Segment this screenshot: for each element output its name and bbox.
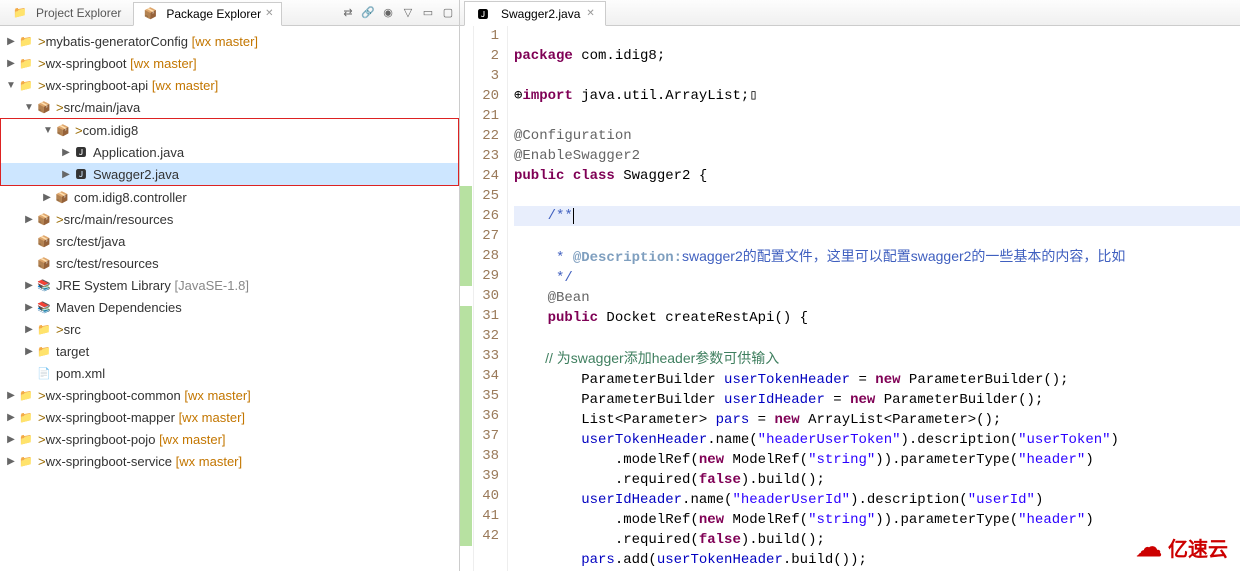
cloud-icon: ☁ <box>1136 532 1162 563</box>
project-icon: 📁 <box>18 55 34 71</box>
java-file-icon: 🅹 <box>73 166 89 182</box>
project-icon: 📁 <box>18 77 34 93</box>
link-editor-icon[interactable]: 🔗 <box>361 6 375 20</box>
marker-bar <box>460 26 474 571</box>
java-file-icon: 🅹 <box>73 144 89 160</box>
maximize-icon[interactable]: ▢ <box>441 6 455 20</box>
package-icon: 📦 <box>54 189 70 205</box>
maven-deps[interactable]: ▶ 📚 Maven Dependencies <box>0 296 459 318</box>
source-folder[interactable]: ▶ 📦 src/test/java <box>0 230 459 252</box>
source-folder[interactable]: ▼ 📦 > src/main/java <box>0 96 459 118</box>
folder-icon: 📁 <box>36 343 52 359</box>
package-tree[interactable]: ▶ 📁 > mybatis-generatorConfig [wx master… <box>0 26 459 476</box>
minimize-icon[interactable]: ▭ <box>421 6 435 20</box>
project-item[interactable]: ▶ 📁 > wx-springboot-service [wx master] <box>0 450 459 472</box>
project-icon: 📁 <box>18 453 34 469</box>
source-folder-icon: 📦 <box>36 255 52 271</box>
project-item[interactable]: ▶ 📁 > wx-springboot [wx master] <box>0 52 459 74</box>
project-icon: 📁 <box>18 409 34 425</box>
code-editor[interactable]: 1232021222324252627282930313233343536373… <box>460 26 1240 571</box>
close-icon[interactable]: ✕ <box>265 8 273 19</box>
package-item[interactable]: ▶ 📦 com.idig8.controller <box>0 186 459 208</box>
project-icon: 📁 <box>18 431 34 447</box>
editor-tabbar: 🅹 Swagger2.java ✕ <box>460 0 1240 26</box>
editor-tab[interactable]: 🅹 Swagger2.java ✕ <box>464 1 606 26</box>
xml-file-icon: 📄 <box>36 365 52 381</box>
tab-package-explorer[interactable]: 📦 Package Explorer ✕ <box>133 2 282 26</box>
jre-library[interactable]: ▶ 📚 JRE System Library [JavaSE-1.8] <box>0 274 459 296</box>
source-folder[interactable]: ▶ 📦 > src/main/resources <box>0 208 459 230</box>
close-icon[interactable]: ✕ <box>586 8 594 19</box>
sidebar-tabbar: 📁 Project Explorer 📦 Package Explorer ✕ … <box>0 0 459 26</box>
tab-project-explorer[interactable]: 📁 Project Explorer <box>4 1 129 25</box>
folder[interactable]: ▶ 📁 target <box>0 340 459 362</box>
collapse-all-icon[interactable]: ⇄ <box>341 6 355 20</box>
project-item[interactable]: ▶ 📁 > wx-springboot-common [wx master] <box>0 384 459 406</box>
editor-tab-label: Swagger2.java <box>501 7 580 21</box>
project-item-expanded[interactable]: ▼ 📁 > wx-springboot-api [wx master] <box>0 74 459 96</box>
package-explorer-panel: 📁 Project Explorer 📦 Package Explorer ✕ … <box>0 0 460 571</box>
package-icon: 📦 <box>55 122 71 138</box>
library-icon: 📚 <box>36 299 52 315</box>
project-item[interactable]: ▶ 📁 > wx-springboot-pojo [wx master] <box>0 428 459 450</box>
focus-icon[interactable]: ◉ <box>381 6 395 20</box>
source-folder-icon: 📦 <box>36 99 52 115</box>
highlighted-region: ▼ 📦 > com.idig8 ▶ 🅹 Application.java ▶ 🅹… <box>0 118 459 186</box>
watermark: ☁ 亿速云 <box>1136 532 1228 563</box>
tab-label: Package Explorer <box>166 7 261 21</box>
project-icon: 📁 <box>18 387 34 403</box>
editor-panel: 🅹 Swagger2.java ✕ 1232021222324252627282… <box>460 0 1240 571</box>
source-folder-icon: 📦 <box>36 233 52 249</box>
source-folder[interactable]: ▶ 📦 src/test/resources <box>0 252 459 274</box>
tab-label: Project Explorer <box>36 6 121 20</box>
pom-file[interactable]: ▶ 📄 pom.xml <box>0 362 459 384</box>
project-icon: 📁 <box>18 33 34 49</box>
folder[interactable]: ▶ 📁 > src <box>0 318 459 340</box>
source-folder-icon: 📦 <box>36 211 52 227</box>
package-item[interactable]: ▼ 📦 > com.idig8 <box>1 119 458 141</box>
java-file-selected[interactable]: ▶ 🅹 Swagger2.java <box>1 163 458 185</box>
project-item[interactable]: ▶ 📁 > wx-springboot-mapper [wx master] <box>0 406 459 428</box>
package-explorer-icon: 📦 <box>142 6 158 22</box>
folder-icon: 📁 <box>36 321 52 337</box>
sidebar-toolbar: ⇄ 🔗 ◉ ▽ ▭ ▢ <box>341 6 455 20</box>
java-file[interactable]: ▶ 🅹 Application.java <box>1 141 458 163</box>
java-file-icon: 🅹 <box>475 6 491 22</box>
project-explorer-icon: 📁 <box>12 5 28 21</box>
code-content[interactable]: package com.idig8; ⊕import java.util.Arr… <box>508 26 1240 571</box>
view-menu-icon[interactable]: ▽ <box>401 6 415 20</box>
project-item[interactable]: ▶ 📁 > mybatis-generatorConfig [wx master… <box>0 30 459 52</box>
line-gutter: 1232021222324252627282930313233343536373… <box>474 26 508 571</box>
library-icon: 📚 <box>36 277 52 293</box>
